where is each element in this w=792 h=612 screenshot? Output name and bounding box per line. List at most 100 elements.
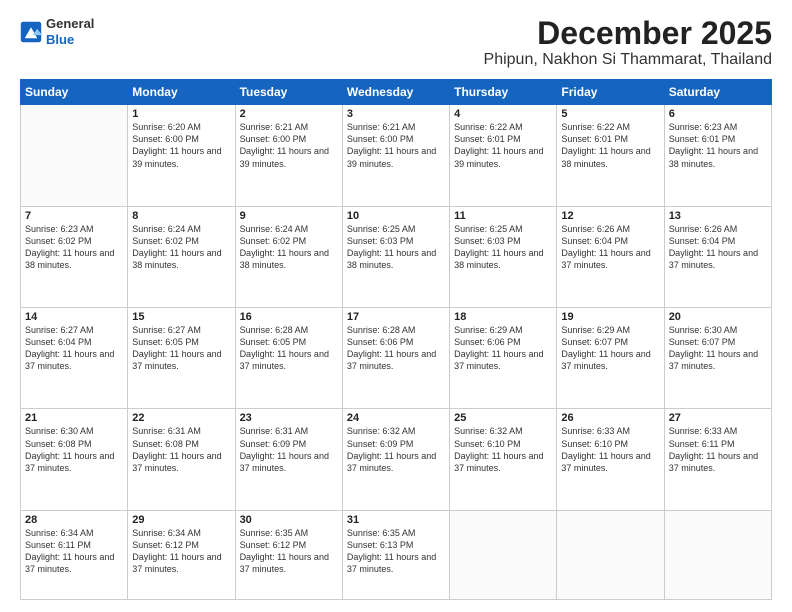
day-number: 23 [240, 412, 338, 424]
calendar-cell: 2Sunrise: 6:21 AMSunset: 6:00 PMDaylight… [235, 105, 342, 206]
day-number: 27 [669, 412, 767, 424]
day-number: 15 [132, 311, 230, 323]
day-number: 20 [669, 311, 767, 323]
day-number: 14 [25, 311, 123, 323]
header-friday: Friday [557, 80, 664, 105]
calendar-cell [557, 510, 664, 599]
calendar-cell: 21Sunrise: 6:30 AMSunset: 6:08 PMDayligh… [21, 409, 128, 510]
calendar-cell: 7Sunrise: 6:23 AMSunset: 6:02 PMDaylight… [21, 206, 128, 307]
header-saturday: Saturday [664, 80, 771, 105]
day-info: Sunrise: 6:26 AMSunset: 6:04 PMDaylight:… [561, 223, 659, 272]
page: General Blue December 2025 Phipun, Nakho… [0, 0, 792, 612]
day-info: Sunrise: 6:29 AMSunset: 6:06 PMDaylight:… [454, 324, 552, 373]
day-info: Sunrise: 6:34 AMSunset: 6:12 PMDaylight:… [132, 527, 230, 576]
day-info: Sunrise: 6:23 AMSunset: 6:02 PMDaylight:… [25, 223, 123, 272]
day-number: 13 [669, 210, 767, 222]
location-title: Phipun, Nakhon Si Thammarat, Thailand [484, 51, 772, 69]
day-number: 28 [25, 514, 123, 526]
day-number: 7 [25, 210, 123, 222]
calendar-cell: 29Sunrise: 6:34 AMSunset: 6:12 PMDayligh… [128, 510, 235, 599]
week-row-3: 21Sunrise: 6:30 AMSunset: 6:08 PMDayligh… [21, 409, 772, 510]
day-info: Sunrise: 6:25 AMSunset: 6:03 PMDaylight:… [347, 223, 445, 272]
day-info: Sunrise: 6:31 AMSunset: 6:08 PMDaylight:… [132, 425, 230, 474]
calendar-cell: 20Sunrise: 6:30 AMSunset: 6:07 PMDayligh… [664, 308, 771, 409]
header: General Blue December 2025 Phipun, Nakho… [20, 16, 772, 69]
day-number: 26 [561, 412, 659, 424]
day-number: 22 [132, 412, 230, 424]
calendar-cell [450, 510, 557, 599]
day-number: 8 [132, 210, 230, 222]
day-number: 11 [454, 210, 552, 222]
calendar-cell [21, 105, 128, 206]
day-info: Sunrise: 6:27 AMSunset: 6:05 PMDaylight:… [132, 324, 230, 373]
day-info: Sunrise: 6:21 AMSunset: 6:00 PMDaylight:… [240, 121, 338, 170]
calendar-cell: 24Sunrise: 6:32 AMSunset: 6:09 PMDayligh… [342, 409, 449, 510]
logo-icon [20, 21, 42, 43]
calendar-cell: 28Sunrise: 6:34 AMSunset: 6:11 PMDayligh… [21, 510, 128, 599]
calendar-cell: 19Sunrise: 6:29 AMSunset: 6:07 PMDayligh… [557, 308, 664, 409]
header-sunday: Sunday [21, 80, 128, 105]
calendar-cell: 1Sunrise: 6:20 AMSunset: 6:00 PMDaylight… [128, 105, 235, 206]
day-number: 18 [454, 311, 552, 323]
day-info: Sunrise: 6:32 AMSunset: 6:09 PMDaylight:… [347, 425, 445, 474]
day-info: Sunrise: 6:32 AMSunset: 6:10 PMDaylight:… [454, 425, 552, 474]
day-number: 3 [347, 108, 445, 120]
day-number: 4 [454, 108, 552, 120]
title-block: December 2025 Phipun, Nakhon Si Thammara… [484, 16, 772, 69]
day-number: 1 [132, 108, 230, 120]
day-info: Sunrise: 6:31 AMSunset: 6:09 PMDaylight:… [240, 425, 338, 474]
day-info: Sunrise: 6:23 AMSunset: 6:01 PMDaylight:… [669, 121, 767, 170]
logo-text: General Blue [46, 16, 94, 47]
calendar-cell: 5Sunrise: 6:22 AMSunset: 6:01 PMDaylight… [557, 105, 664, 206]
calendar-cell: 10Sunrise: 6:25 AMSunset: 6:03 PMDayligh… [342, 206, 449, 307]
day-info: Sunrise: 6:22 AMSunset: 6:01 PMDaylight:… [454, 121, 552, 170]
day-info: Sunrise: 6:27 AMSunset: 6:04 PMDaylight:… [25, 324, 123, 373]
day-info: Sunrise: 6:35 AMSunset: 6:12 PMDaylight:… [240, 527, 338, 576]
day-number: 17 [347, 311, 445, 323]
day-info: Sunrise: 6:24 AMSunset: 6:02 PMDaylight:… [240, 223, 338, 272]
calendar-cell: 23Sunrise: 6:31 AMSunset: 6:09 PMDayligh… [235, 409, 342, 510]
logo: General Blue [20, 16, 94, 47]
calendar-cell: 22Sunrise: 6:31 AMSunset: 6:08 PMDayligh… [128, 409, 235, 510]
calendar-cell: 4Sunrise: 6:22 AMSunset: 6:01 PMDaylight… [450, 105, 557, 206]
day-info: Sunrise: 6:30 AMSunset: 6:08 PMDaylight:… [25, 425, 123, 474]
day-number: 9 [240, 210, 338, 222]
calendar-cell: 13Sunrise: 6:26 AMSunset: 6:04 PMDayligh… [664, 206, 771, 307]
header-tuesday: Tuesday [235, 80, 342, 105]
calendar-cell: 18Sunrise: 6:29 AMSunset: 6:06 PMDayligh… [450, 308, 557, 409]
calendar-cell: 30Sunrise: 6:35 AMSunset: 6:12 PMDayligh… [235, 510, 342, 599]
calendar-cell: 14Sunrise: 6:27 AMSunset: 6:04 PMDayligh… [21, 308, 128, 409]
day-info: Sunrise: 6:20 AMSunset: 6:00 PMDaylight:… [132, 121, 230, 170]
day-number: 19 [561, 311, 659, 323]
calendar-cell [664, 510, 771, 599]
day-number: 30 [240, 514, 338, 526]
day-number: 2 [240, 108, 338, 120]
day-info: Sunrise: 6:33 AMSunset: 6:10 PMDaylight:… [561, 425, 659, 474]
day-info: Sunrise: 6:22 AMSunset: 6:01 PMDaylight:… [561, 121, 659, 170]
day-number: 25 [454, 412, 552, 424]
day-number: 5 [561, 108, 659, 120]
week-row-2: 14Sunrise: 6:27 AMSunset: 6:04 PMDayligh… [21, 308, 772, 409]
day-info: Sunrise: 6:28 AMSunset: 6:06 PMDaylight:… [347, 324, 445, 373]
day-number: 6 [669, 108, 767, 120]
calendar-cell: 15Sunrise: 6:27 AMSunset: 6:05 PMDayligh… [128, 308, 235, 409]
week-row-4: 28Sunrise: 6:34 AMSunset: 6:11 PMDayligh… [21, 510, 772, 599]
calendar-cell: 11Sunrise: 6:25 AMSunset: 6:03 PMDayligh… [450, 206, 557, 307]
week-row-1: 7Sunrise: 6:23 AMSunset: 6:02 PMDaylight… [21, 206, 772, 307]
day-number: 16 [240, 311, 338, 323]
day-info: Sunrise: 6:34 AMSunset: 6:11 PMDaylight:… [25, 527, 123, 576]
day-info: Sunrise: 6:29 AMSunset: 6:07 PMDaylight:… [561, 324, 659, 373]
calendar-cell: 26Sunrise: 6:33 AMSunset: 6:10 PMDayligh… [557, 409, 664, 510]
header-monday: Monday [128, 80, 235, 105]
day-number: 10 [347, 210, 445, 222]
day-number: 31 [347, 514, 445, 526]
day-info: Sunrise: 6:30 AMSunset: 6:07 PMDaylight:… [669, 324, 767, 373]
calendar-header-row: SundayMondayTuesdayWednesdayThursdayFrid… [21, 80, 772, 105]
day-info: Sunrise: 6:25 AMSunset: 6:03 PMDaylight:… [454, 223, 552, 272]
calendar-cell: 27Sunrise: 6:33 AMSunset: 6:11 PMDayligh… [664, 409, 771, 510]
calendar-table: SundayMondayTuesdayWednesdayThursdayFrid… [20, 79, 772, 600]
calendar-cell: 31Sunrise: 6:35 AMSunset: 6:13 PMDayligh… [342, 510, 449, 599]
day-number: 29 [132, 514, 230, 526]
day-info: Sunrise: 6:33 AMSunset: 6:11 PMDaylight:… [669, 425, 767, 474]
header-wednesday: Wednesday [342, 80, 449, 105]
